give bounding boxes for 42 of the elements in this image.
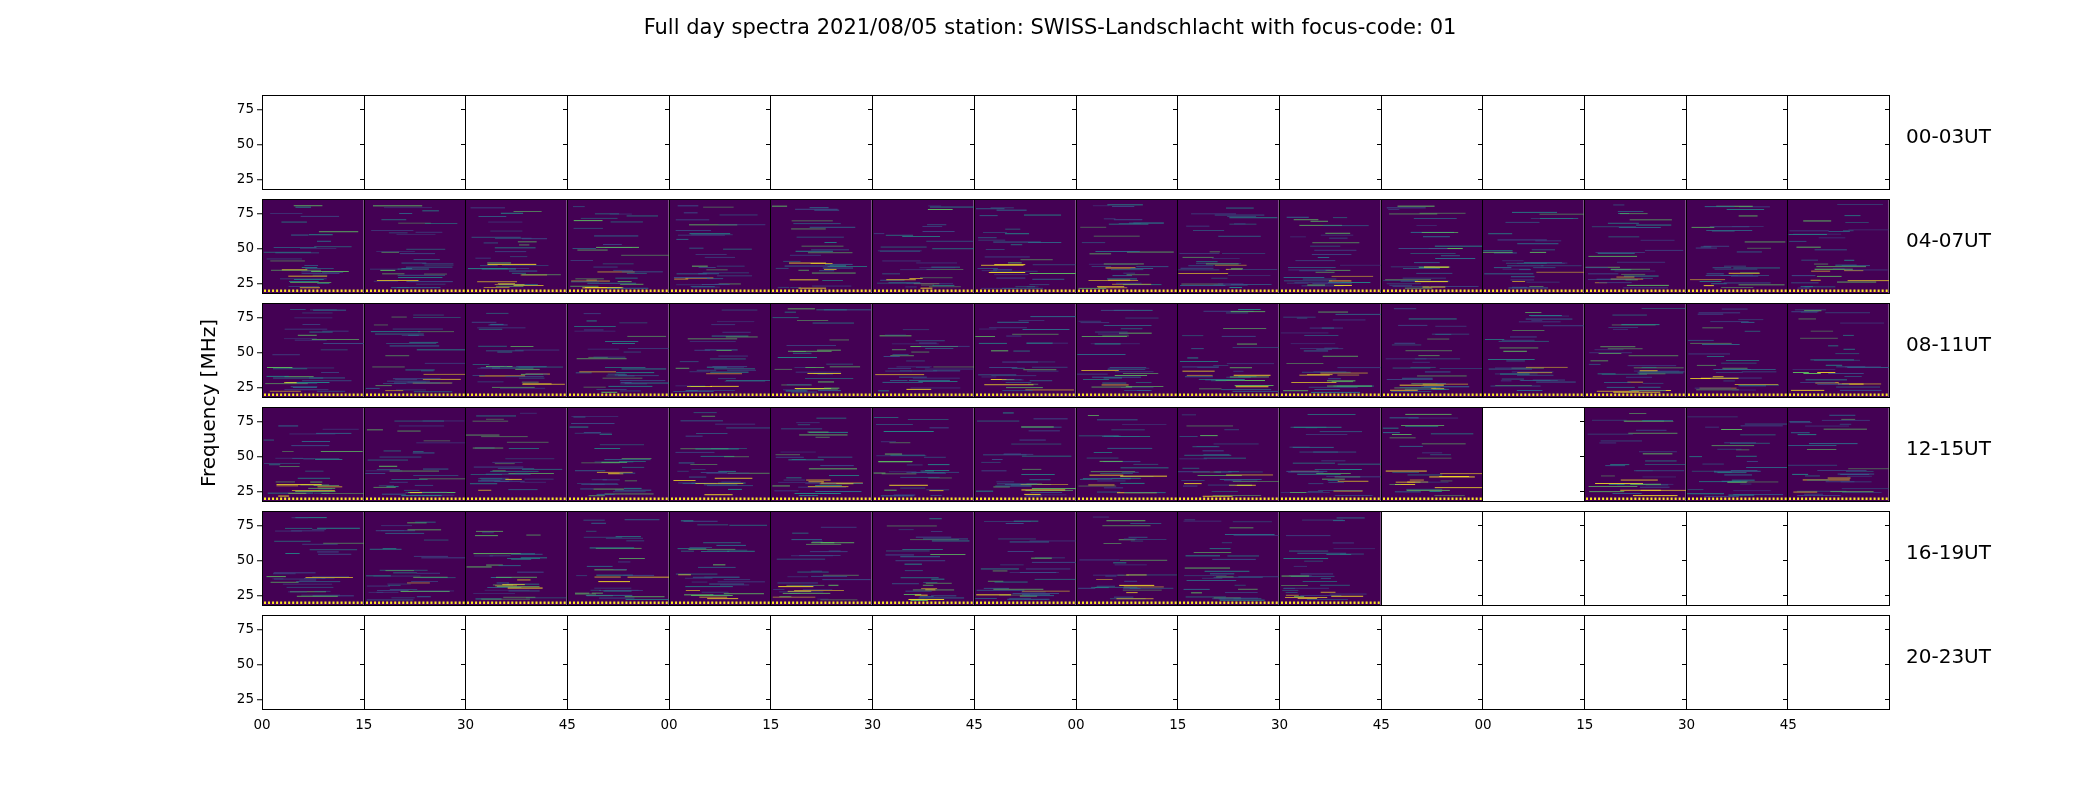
row-time-label: 00-03UT [1906,122,1991,150]
x-tick-label: 45 [965,715,983,734]
row-time-label: 16-19UT [1906,538,1991,566]
x-tick-label: 30 [1677,715,1696,734]
x-tick-label: 15 [1576,715,1594,734]
y-tick-label: 25 [236,692,262,706]
y-tick-label: 75 [236,310,262,324]
x-tick-label: 45 [1372,715,1390,734]
y-tick-label: 50 [236,137,262,151]
x-tick-label: 45 [558,715,576,734]
x-tick-label: 00 [1067,715,1085,734]
y-axis-label: Frequency [MHz] [198,318,218,488]
y-tick-label: 75 [236,622,262,636]
y-tick-label: 25 [236,276,262,290]
y-tick-label: 25 [236,172,262,186]
x-tick-label: 00 [660,715,678,734]
x-tick-label: 15 [355,715,373,734]
y-tick-label: 50 [236,553,262,567]
x-tick-label: 45 [1779,715,1797,734]
y-tick-label: 75 [236,518,262,532]
x-tick-label: 15 [1169,715,1187,734]
row-time-label: 04-07UT [1906,226,1991,254]
x-tick-label: 30 [456,715,475,734]
x-tick-label: 15 [762,715,780,734]
y-tick-label: 25 [236,484,262,498]
row-time-label: 12-15UT [1906,434,1991,462]
y-tick-label: 50 [236,657,262,671]
row-time-label: 08-11UT [1906,330,1991,358]
x-tick-label: 00 [1474,715,1492,734]
y-tick-label: 50 [236,241,262,255]
y-tick-label: 50 [236,449,262,463]
y-tick-label: 75 [236,102,262,116]
figure-title: Full day spectra 2021/08/05 station: SWISS-Landschlacht with focus-code: 01 [642,14,1458,41]
y-tick-label: 75 [236,206,262,220]
y-tick-label: 25 [236,380,262,394]
x-tick-label: 30 [1270,715,1289,734]
y-tick-label: 75 [236,414,262,428]
y-tick-label: 25 [236,588,262,602]
x-tick-label: 30 [863,715,882,734]
row-time-label: 20-23UT [1906,642,1991,670]
x-tick-label: 00 [253,715,271,734]
y-tick-label: 50 [236,345,262,359]
